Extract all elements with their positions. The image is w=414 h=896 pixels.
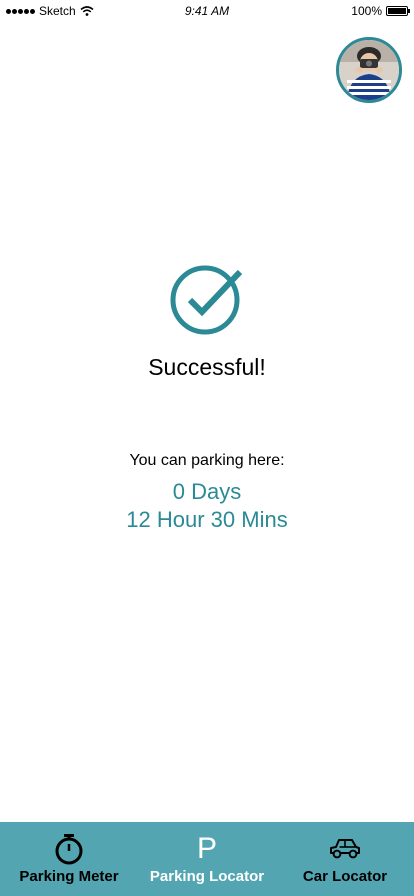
parking-duration-label: You can parking here:: [129, 452, 285, 469]
success-title: Successful!: [148, 354, 266, 380]
success-check: [170, 264, 243, 336]
status-right: 100%: [351, 4, 410, 18]
profile-avatar[interactable]: [336, 37, 402, 103]
battery-icon: [386, 6, 410, 16]
status-bar: Sketch 9:41 AM 100%: [0, 0, 414, 22]
parking-p-icon: P: [196, 832, 217, 865]
tab-label-parking-locator: Parking Locator: [149, 868, 265, 885]
parking-duration-days: 0 Days: [172, 479, 242, 504]
battery-percent: 100%: [351, 4, 382, 18]
tab-label-car-locator: Car Locator: [302, 868, 388, 885]
user-avatar-icon: [339, 40, 399, 100]
tab-parking-meter[interactable]: Parking Meter: [0, 822, 138, 896]
tab-car-locator[interactable]: Car Locator: [276, 822, 414, 896]
tab-label-parking-meter: Parking Meter: [19, 868, 119, 885]
parking-duration-time: 12 Hour 30 Mins: [126, 507, 288, 532]
tab-parking-locator[interactable]: P Parking Locator: [138, 822, 276, 896]
stopwatch-icon: [55, 834, 83, 865]
app-screen: Sketch 9:41 AM 100% Successful! You can …: [0, 0, 414, 896]
car-icon: [330, 839, 360, 859]
bottom-tab-bar: Parking Meter P Parking Locator Car Loca…: [0, 822, 414, 896]
check-circle-icon: [170, 265, 243, 335]
